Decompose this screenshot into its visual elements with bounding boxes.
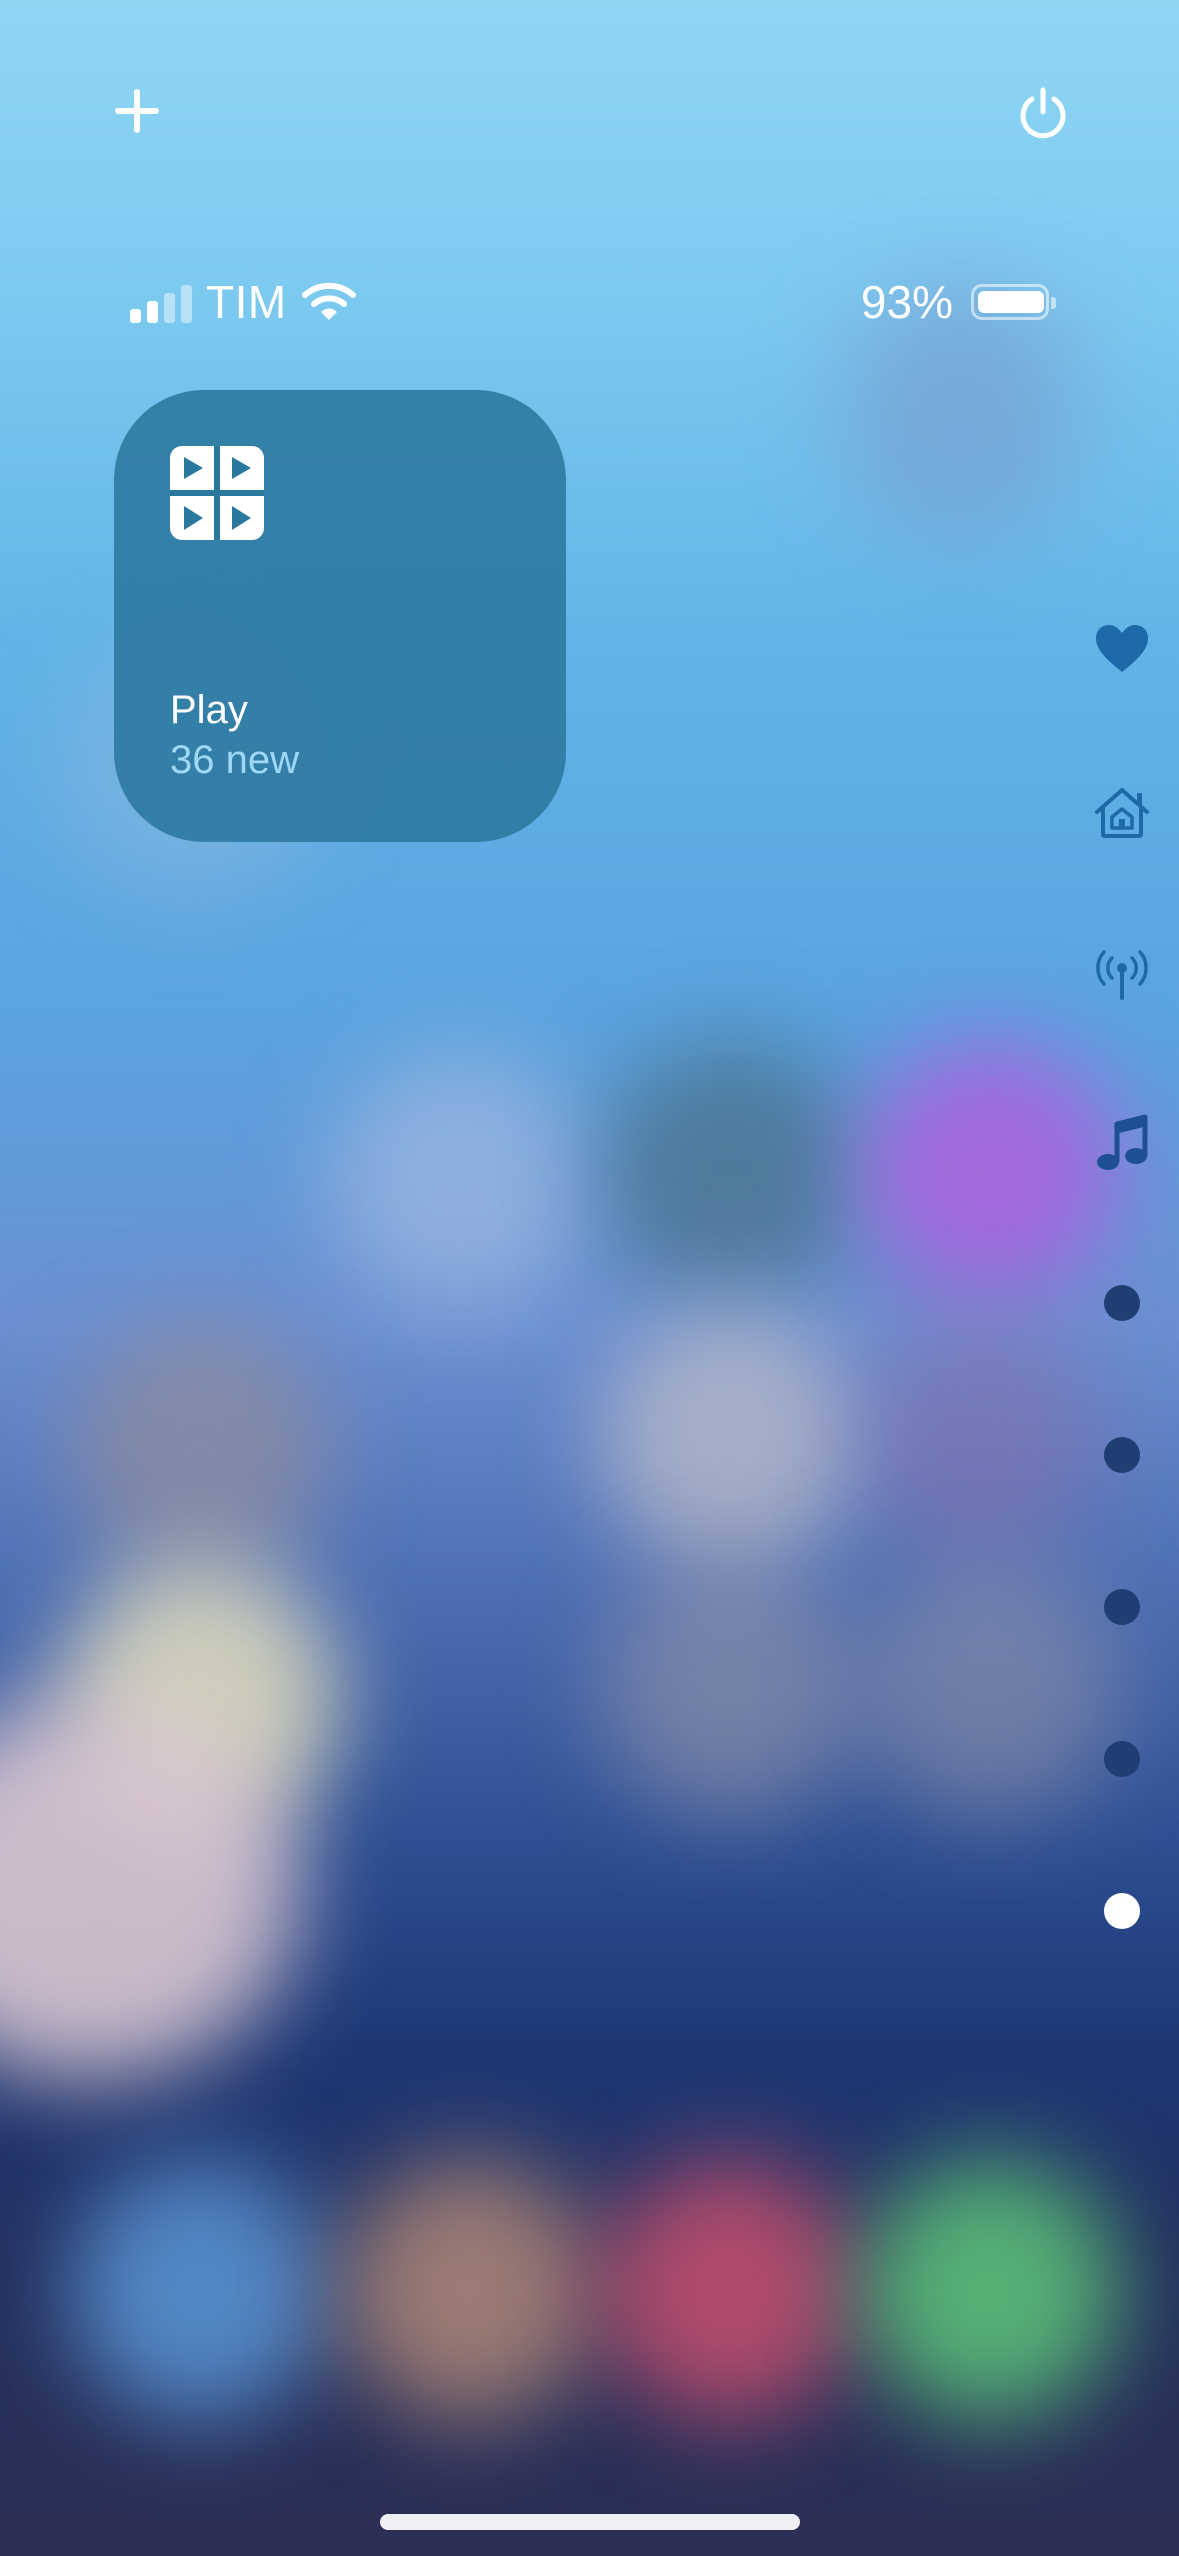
music-icon — [1097, 1114, 1148, 1170]
page-dot[interactable] — [1104, 1741, 1140, 1777]
heart-icon — [1096, 625, 1148, 672]
favorites-page-button[interactable] — [1093, 620, 1151, 678]
video-grid-icon — [170, 446, 264, 540]
battery-icon — [971, 284, 1056, 320]
play-widget[interactable]: Play 36 new — [114, 390, 566, 842]
home-icon — [1095, 788, 1149, 838]
music-page-button[interactable] — [1093, 1114, 1151, 1172]
page-dot-active[interactable] — [1104, 1893, 1140, 1929]
status-bar-right: 93% — [860, 270, 1056, 334]
home-indicator[interactable] — [380, 2514, 800, 2530]
plus-icon — [115, 89, 159, 133]
power-icon — [1020, 87, 1066, 139]
wifi-icon — [301, 282, 356, 320]
broadcast-page-button[interactable] — [1093, 946, 1151, 1004]
page-dot[interactable] — [1104, 1589, 1140, 1625]
add-button[interactable] — [108, 82, 166, 140]
home-page-button[interactable] — [1093, 784, 1151, 842]
page-dot[interactable] — [1104, 1285, 1140, 1321]
carrier-name: TIM — [206, 276, 287, 328]
battery-percent: 93% — [860, 276, 953, 328]
cellular-signal-icon — [130, 281, 192, 323]
status-bar-left: TIM — [130, 270, 357, 334]
widget-subtitle: 36 new — [170, 738, 299, 782]
broadcast-icon — [1096, 950, 1148, 1000]
page-dot[interactable] — [1104, 1437, 1140, 1473]
widget-title: Play — [170, 688, 248, 732]
power-button[interactable] — [1014, 84, 1072, 142]
